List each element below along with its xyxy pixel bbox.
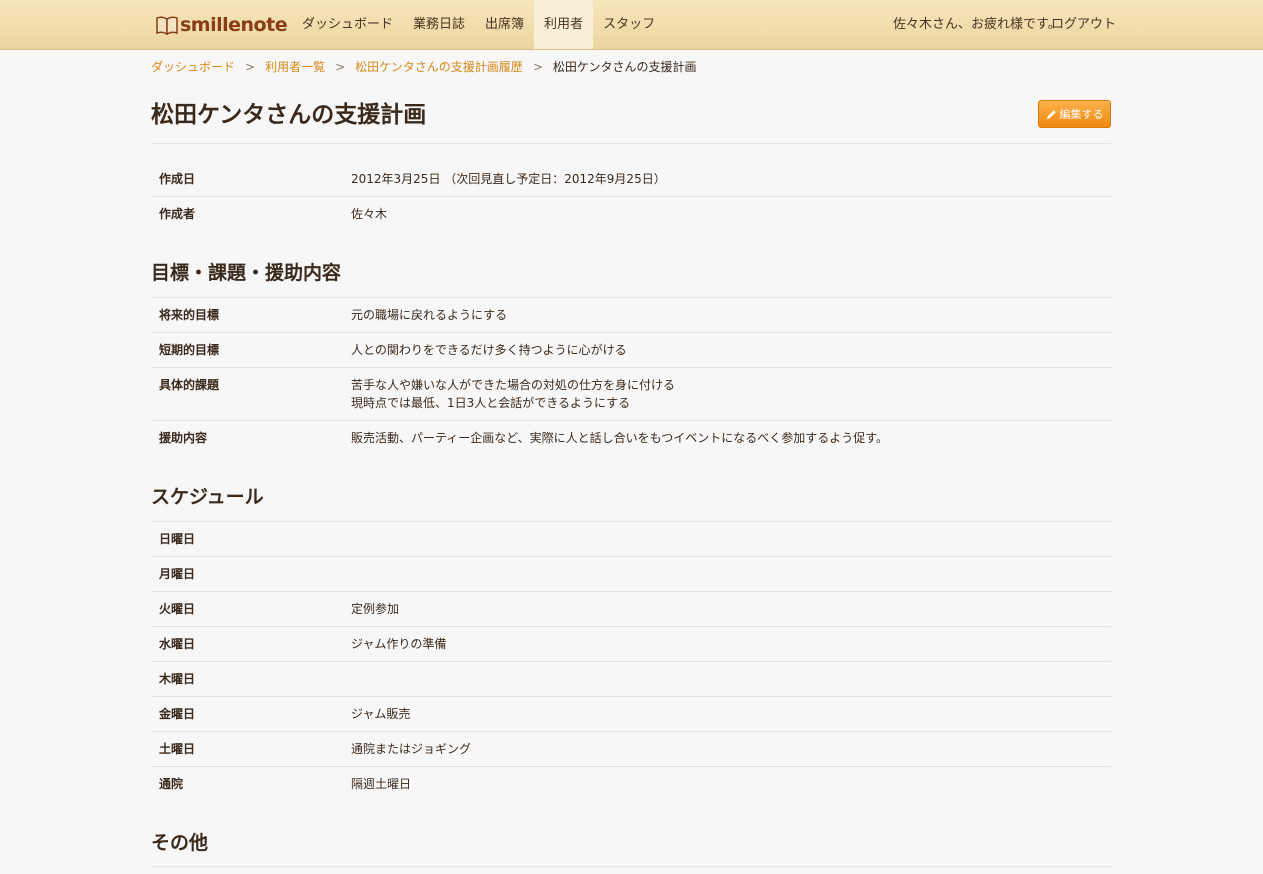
pencil-icon <box>1046 109 1056 119</box>
schedule-day: 月曜日 <box>159 567 196 581</box>
section-title-goals: 目標・課題・援助内容 <box>151 262 342 284</box>
divider <box>151 143 1111 144</box>
schedule-day: 水曜日 <box>159 637 196 651</box>
schedule-value: 隔週土曜日 <box>351 777 412 791</box>
schedule-row: 通院 隔週土曜日 <box>151 767 1111 802</box>
goal-value: 現時点では最低、1日3人と会話ができるようにする <box>351 396 631 410</box>
meta-label: 作成日 <box>159 172 196 186</box>
schedule-row: 火曜日 定例参加 <box>151 592 1111 627</box>
meta-row-created-date: 作成日 2012年3月25日 （次回見直し予定日：2012年9月25日） <box>151 162 1111 197</box>
nav-work-log[interactable]: 業務日誌 <box>403 0 475 49</box>
logo-text: smillenote <box>180 14 288 36</box>
schedule-row: 金曜日 ジャム販売 <box>151 697 1111 732</box>
user-greeting: 佐々木さん、お疲れ様です。 <box>893 17 1061 32</box>
meta-label: 作成者 <box>159 207 196 221</box>
schedule-row: 木曜日 <box>151 662 1111 697</box>
edit-button[interactable]: 編集する <box>1038 100 1111 128</box>
goal-row: 短期的目標 人との関わりをできるだけ多く持つように心がける <box>151 333 1111 368</box>
schedule-day: 土曜日 <box>159 742 196 756</box>
app-logo[interactable]: smillenote <box>156 11 288 39</box>
breadcrumb-user-list[interactable]: 利用者一覧 <box>265 60 325 74</box>
goal-label: 具体的課題 <box>159 378 220 392</box>
meta-value: 2012年3月25日 （次回見直し予定日：2012年9月25日） <box>351 172 666 186</box>
logout-link[interactable]: ログアウト <box>1051 0 1116 49</box>
breadcrumb: ダッシュボード > 利用者一覧 > 松田ケンタさんの支援計画履歴 > 松田ケンタさんの支援計… <box>151 58 697 76</box>
breadcrumb-current: 松田ケンタさんの支援計画 <box>552 60 697 74</box>
divider <box>151 866 1111 867</box>
nav-attendance[interactable]: 出席簿 <box>475 0 534 49</box>
goal-label: 短期的目標 <box>159 343 220 357</box>
breadcrumb-separator: > <box>335 60 346 74</box>
breadcrumb-separator: > <box>245 60 256 74</box>
meta-row-author: 作成者 佐々木 <box>151 197 1111 232</box>
nav-dashboard[interactable]: ダッシュボード <box>292 0 403 49</box>
schedule-day: 通院 <box>159 777 184 791</box>
schedule-row: 水曜日 ジャム作りの準備 <box>151 627 1111 662</box>
section-title-schedule: スケジュール <box>151 486 264 508</box>
section-title-other: その他 <box>151 832 209 854</box>
schedule-day: 金曜日 <box>159 707 196 721</box>
meta-value: 佐々木 <box>351 207 388 221</box>
schedule-day: 日曜日 <box>159 532 196 546</box>
schedule-day: 火曜日 <box>159 602 196 616</box>
schedule-row: 土曜日 通院またはジョギング <box>151 732 1111 767</box>
top-navbar: smillenote ダッシュボード 業務日誌 出席簿 利用者 スタッフ 佐々木… <box>0 0 1263 50</box>
goal-value: 人との関わりをできるだけ多く持つように心がける <box>351 343 627 357</box>
goal-row: 具体的課題 苦手な人や嫌いな人ができた場合の対処の仕方を身に付ける 現時点では最… <box>151 368 1111 421</box>
edit-button-label: 編集する <box>1059 108 1104 121</box>
main-nav: ダッシュボード 業務日誌 出席簿 利用者 スタッフ <box>292 0 665 49</box>
book-logo-icon <box>156 16 178 35</box>
breadcrumb-dashboard[interactable]: ダッシュボード <box>151 60 235 74</box>
goal-row: 将来的目標 元の職場に戻れるようにする <box>151 298 1111 333</box>
schedule-value: 定例参加 <box>351 602 400 616</box>
goal-row: 援助内容 販売活動、パーティー企画など、実際に人と話し合いをもつイベントになるべ… <box>151 421 1111 456</box>
nav-staff[interactable]: スタッフ <box>593 0 665 49</box>
schedule-row: 日曜日 <box>151 522 1111 557</box>
nav-users[interactable]: 利用者 <box>534 0 594 49</box>
schedule-value: ジャム販売 <box>351 707 411 721</box>
schedule-value: 通院またはジョギング <box>351 742 472 756</box>
schedule-value: ジャム作りの準備 <box>351 637 447 651</box>
page-title: 松田ケンタさんの支援計画 <box>151 102 427 128</box>
breadcrumb-plan-history[interactable]: 松田ケンタさんの支援計画履歴 <box>355 60 523 74</box>
goal-value: 苦手な人や嫌いな人ができた場合の対処の仕方を身に付ける <box>351 378 676 392</box>
breadcrumb-separator: > <box>532 60 543 74</box>
goal-value: 販売活動、パーティー企画など、実際に人と話し合いをもつイベントになるべく参加する… <box>351 431 889 445</box>
schedule-day: 木曜日 <box>159 672 196 686</box>
schedule-row: 月曜日 <box>151 557 1111 592</box>
goal-value: 元の職場に戻れるようにする <box>351 308 508 322</box>
goal-label: 将来的目標 <box>159 308 220 322</box>
goal-label: 援助内容 <box>159 431 208 445</box>
